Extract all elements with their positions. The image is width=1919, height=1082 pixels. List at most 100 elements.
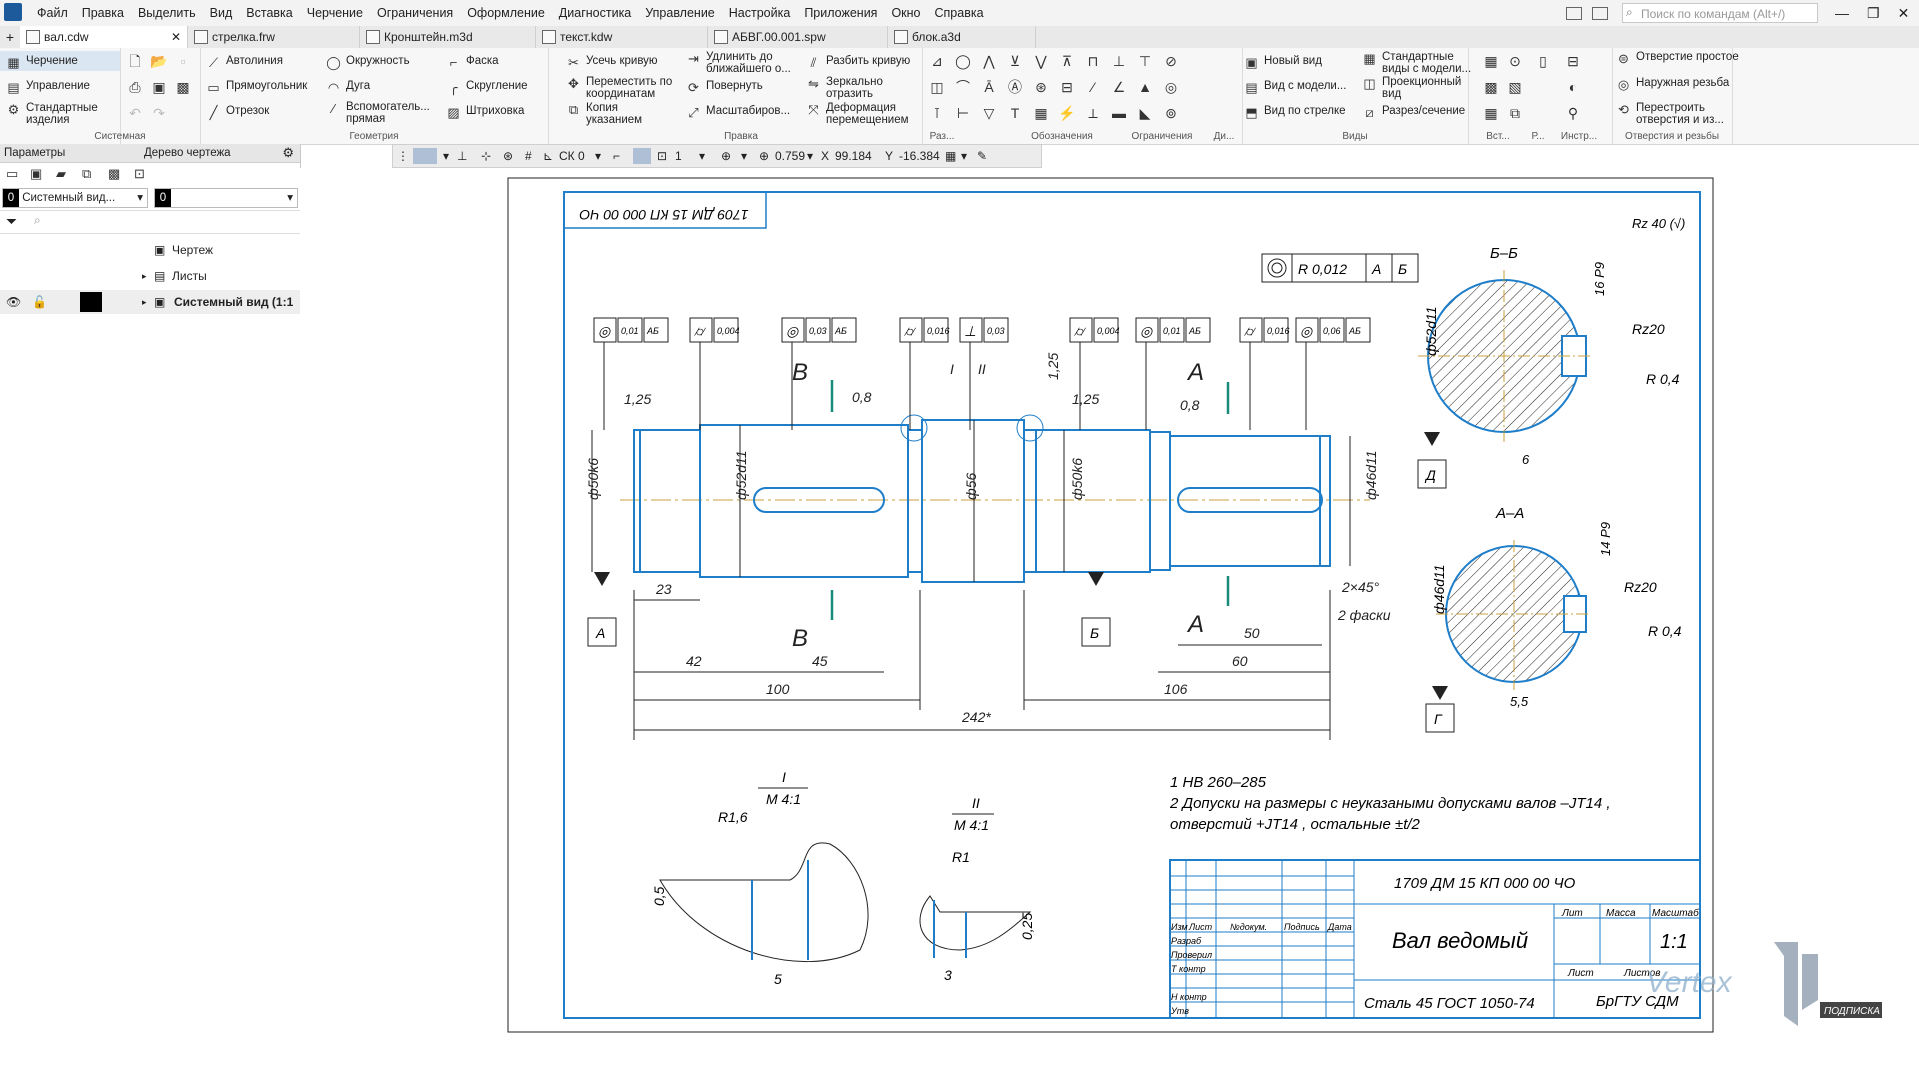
tab-parameters[interactable]: Параметры [4, 144, 65, 162]
scale-button[interactable]: ⤢ Масштабиров... [686, 105, 790, 120]
chamfer-button[interactable]: ⌐ Фаска [446, 55, 499, 70]
properties-icon[interactable]: ▩ [174, 78, 192, 96]
filter-icon[interactable]: ⏷ [6, 213, 17, 230]
layer-select[interactable]: 0 Системный вид... ▾ [2, 188, 148, 208]
panel-layout-icon[interactable] [1566, 6, 1582, 20]
redo-icon[interactable]: ↷ [150, 104, 168, 122]
break-icon[interactable]: ⚡ [1058, 104, 1076, 122]
snap-local-icon[interactable]: ⊹ [481, 148, 491, 164]
menu-management[interactable]: Управление [638, 0, 722, 26]
menu-view[interactable]: Вид [203, 0, 240, 26]
snap-active-icon[interactable] [633, 148, 651, 164]
tab-val[interactable]: вал.cdw ✕ [20, 26, 188, 48]
ref-icon[interactable]: ▯ [1534, 52, 1552, 70]
visibility-eye-icon[interactable]: 👁 [6, 290, 21, 314]
rectangle-button[interactable]: ▭ Прямоугольник [206, 80, 307, 95]
dim-radius-icon[interactable]: ⊻ [1006, 52, 1024, 70]
segment-button[interactable]: ╱ Отрезок [206, 105, 270, 120]
round-icon[interactable]: ⌐ [613, 148, 620, 164]
new-tab-button[interactable]: + [0, 26, 20, 48]
tree-link-icon[interactable]: ⧉ [82, 166, 91, 182]
mirror-button[interactable]: ⇋ Зеркально отразить [806, 76, 916, 100]
autoline-button[interactable]: ⟋ Автолиния [206, 55, 283, 70]
chevron-down-icon[interactable]: ▾ [443, 148, 449, 164]
mode-drawing[interactable]: ▦ Черчение [6, 55, 77, 70]
menu-window[interactable]: Окно [884, 0, 927, 26]
frag-icon[interactable]: ▧ [1506, 78, 1524, 96]
aux-line-button[interactable]: ⁄ Вспомогатель... прямая [326, 101, 446, 125]
table-icon[interactable]: ⊟ [1058, 78, 1076, 96]
menu-settings[interactable]: Настройка [722, 0, 798, 26]
perpendicular-icon[interactable]: ⊥ [1110, 52, 1128, 70]
tree-item-drawing[interactable]: ▣ Чертеж [0, 238, 300, 262]
chevron-down-icon[interactable]: ▾ [699, 148, 705, 164]
dim-linear-icon[interactable]: ⊿ [928, 52, 946, 70]
open-folder-icon[interactable]: 📂 [150, 52, 168, 70]
tab-arrow[interactable]: стрелка.frw [188, 26, 360, 48]
mode-management[interactable]: ▤ Управление [6, 80, 90, 95]
tab-close-icon[interactable]: ✕ [171, 26, 181, 48]
corner-icon[interactable]: ◣ [1136, 104, 1154, 122]
std-views-button[interactable]: ▦ Стандартные виды с модели... [1362, 51, 1478, 75]
new-view-button[interactable]: ▣ Новый вид [1244, 55, 1322, 70]
restore-icon[interactable]: ❐ [1867, 5, 1880, 22]
datum-icon[interactable]: Ⓐ [1006, 78, 1024, 96]
insert-icon[interactable]: ▦ [1482, 52, 1500, 70]
circle-button[interactable]: ◯ Окружность [326, 55, 409, 70]
zoom-area-icon[interactable]: ⊕ [721, 148, 731, 164]
angle-icon[interactable]: ∠ [1110, 78, 1128, 96]
save-icon[interactable]: ▫ [174, 52, 192, 70]
chevron-down-icon[interactable]: ▾ [961, 148, 967, 164]
position-icon[interactable]: ⊺ [928, 104, 946, 122]
trim-button[interactable]: ✂ Усечь кривую [566, 55, 658, 70]
tree-hide-icon[interactable]: ▰ [56, 166, 66, 182]
tree-layer-icon[interactable]: ▣ [30, 166, 42, 182]
chevron-down-icon[interactable]: ▾ [741, 148, 747, 164]
arrow-view-button[interactable]: ⬒ Вид по стрелке [1244, 105, 1345, 120]
minimize-icon[interactable]: — [1835, 5, 1849, 21]
dim-diameter-icon[interactable]: ◯ [954, 52, 972, 70]
tab-block[interactable]: блок.a3d [888, 26, 1036, 48]
section-button[interactable]: ⧄ Разрез/сечение [1362, 105, 1465, 120]
parallel-icon[interactable]: ⊤ [1136, 52, 1154, 70]
x-coordinate[interactable]: 99.184 [835, 148, 872, 164]
menu-edit[interactable]: Правка [75, 0, 131, 26]
menu-drawing[interactable]: Черчение [300, 0, 370, 26]
zoom-input[interactable]: 0.759 [775, 148, 805, 164]
command-search-input[interactable]: Поиск по командам (Alt+/) [1622, 3, 1818, 23]
copy-button[interactable]: ⧉ Копия указанием [566, 102, 676, 126]
text-icon[interactable]: Ā [980, 78, 998, 96]
deform-button[interactable]: ⤧ Деформация перемещением [806, 102, 936, 126]
move-button[interactable]: ✥ Переместить по координатам [566, 76, 690, 100]
dim-angle-icon[interactable]: ⋀ [980, 52, 998, 70]
y-coordinate[interactable]: -16.384 [899, 148, 940, 164]
hatch-button[interactable]: ▨ Штриховка [446, 105, 524, 120]
arc-dim-icon[interactable]: ⌒ [954, 78, 972, 96]
preview-icon[interactable]: ▣ [150, 78, 168, 96]
new-doc-icon[interactable]: 🗋 [126, 52, 144, 70]
style-select[interactable]: 0 ▾ [154, 188, 298, 208]
extend-button[interactable]: ⇥ Удлинить до ближайшего о... [686, 51, 806, 75]
tree-item-sheets[interactable]: ▸ ▤ Листы [0, 264, 300, 288]
panel-settings-icon[interactable]: ⚙ [282, 144, 294, 162]
base-mark-icon[interactable]: ◫ [928, 78, 946, 96]
rebuild-holes-button[interactable]: ⟲ Перестроить отверстия и из... [1616, 102, 1752, 126]
menu-select[interactable]: Выделить [131, 0, 203, 26]
expand-icon[interactable]: ▸ [142, 264, 147, 288]
menu-diagnostics[interactable]: Диагностика [552, 0, 638, 26]
grid-icon[interactable]: # [525, 148, 532, 164]
ortho-icon[interactable]: ⟂ [1084, 104, 1102, 122]
tree-item-system-view[interactable]: 👁 🔓 ▸ ▣ Системный вид (1:1 [0, 290, 300, 314]
incline-icon[interactable]: ⁄ [1084, 78, 1102, 96]
simple-hole-button[interactable]: ⊜ Отверстие простое [1616, 51, 1746, 66]
arc-button[interactable]: ◠ Дуга [326, 80, 370, 95]
dim-chain-icon[interactable]: ⋁ [1032, 52, 1050, 70]
align-icon[interactable]: ⊚ [1162, 104, 1180, 122]
tool-icon[interactable]: ⊟ [1564, 52, 1582, 70]
ext-thread-button[interactable]: ◎ Наружная резьба [1616, 77, 1746, 92]
zoom-icon[interactable]: ⊕ [759, 148, 769, 164]
link-icon[interactable]: ⧉ [1506, 104, 1524, 122]
app-logo-icon[interactable] [4, 3, 22, 21]
cursor-params-icon[interactable]: ▦ [945, 148, 956, 164]
insert2-icon[interactable]: ⊙ [1506, 52, 1524, 70]
